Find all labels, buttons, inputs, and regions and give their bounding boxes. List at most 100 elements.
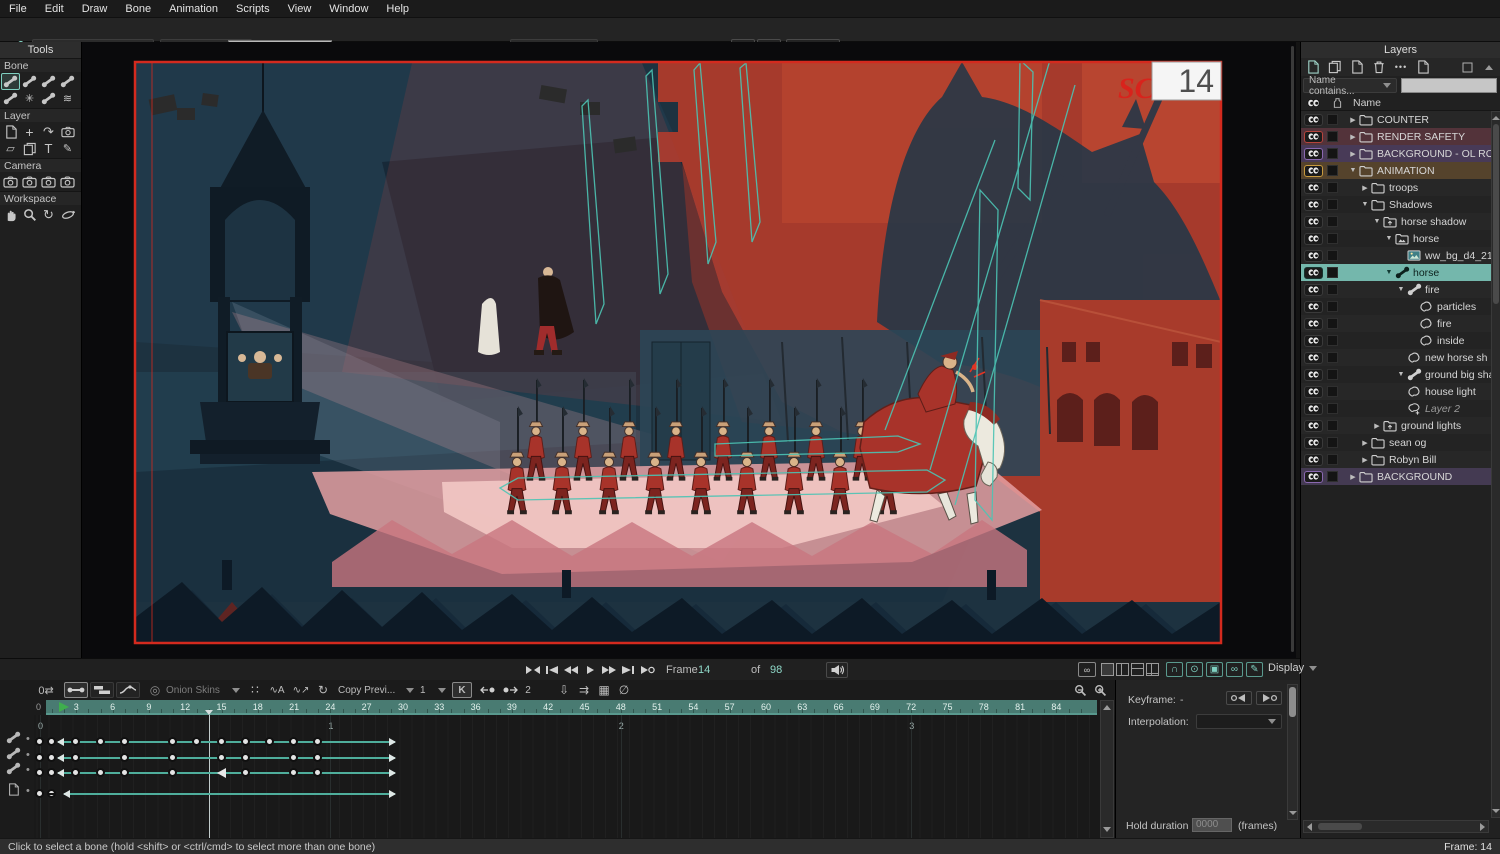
layer-visibility-toggle[interactable] [1304,335,1323,347]
layer-expand-arrow[interactable]: ▼ [1360,201,1370,208]
track-camera-tool[interactable] [1,173,20,190]
keyframe-dot[interactable] [47,768,56,777]
keyframe-dot[interactable] [71,737,80,746]
layer-row[interactable]: ▼horse [1301,230,1491,247]
follow-path-tool[interactable] [20,140,39,157]
pan-workspace-tool[interactable] [1,206,20,223]
manipulate-bone-tool[interactable] [1,90,20,107]
keyframe-dot[interactable] [313,753,322,762]
pin-down-icon[interactable]: ⇩ [556,682,572,698]
detach-panel-icon[interactable] [1457,60,1477,75]
layer-row[interactable]: ▶RENDER SAFETY [1301,128,1491,145]
canvas-viewport[interactable]: SC 14 [82,42,1296,658]
layer-visibility-toggle[interactable] [1304,403,1323,415]
menu-animation[interactable]: Animation [160,3,227,15]
layer-row[interactable]: ▶troops [1301,179,1491,196]
menu-edit[interactable]: Edit [36,3,73,15]
quality-glasses-toggle[interactable]: ∞ [1226,662,1243,677]
keyframe-dot[interactable] [35,753,44,762]
layer-expand-arrow[interactable]: ▶ [1360,456,1370,464]
reparent-bone-tool[interactable] [39,73,58,90]
keyframe-mode-button[interactable] [64,682,88,698]
interpolation-dropdown[interactable] [1196,714,1282,729]
keyframe-dot[interactable] [35,737,44,746]
menu-bone[interactable]: Bone [116,3,160,15]
keyframe-dot[interactable] [217,753,226,762]
layer-expand-arrow[interactable]: ▼ [1396,286,1406,293]
split-2row-view-button[interactable] [1131,663,1144,676]
zoom-camera-tool[interactable] [20,173,39,190]
layer-checkbox[interactable] [1327,114,1338,125]
play-button[interactable] [581,663,599,677]
name-filter-dropdown[interactable]: Name contains... [1303,78,1397,93]
keyframe-dot[interactable] [71,768,80,777]
split-4-view-button[interactable] [1146,663,1159,676]
keyframe-dot[interactable] [289,753,298,762]
layer-visibility-toggle[interactable] [1304,386,1323,398]
duplicate-layer-button[interactable] [1325,60,1345,75]
collapse-panel-button[interactable] [1479,60,1499,75]
layer-search-input[interactable] [1401,78,1497,93]
step-back-button[interactable] [562,663,580,677]
menu-file[interactable]: File [0,3,36,15]
loop-button[interactable] [638,663,656,677]
layer-checkbox[interactable] [1327,131,1338,142]
branch-icon[interactable]: ⇉ [576,682,592,698]
layer-expand-arrow[interactable]: ▼ [1384,235,1394,242]
layer-row[interactable]: ▼ANIMATION [1301,162,1491,179]
layer-row[interactable]: ▶sean og [1301,434,1491,451]
layer-row[interactable]: ▼Shadows [1301,196,1491,213]
layer-checkbox[interactable] [1327,284,1338,295]
keypanel-scrollbar[interactable] [1287,684,1298,820]
new-reference-button[interactable] [1347,60,1367,75]
keyframe-dot[interactable] [96,768,105,777]
keyframe-dot[interactable] [241,753,250,762]
layer-row[interactable]: ▶BACKGROUND [1301,468,1491,485]
prev-keyframe-button[interactable] [543,663,561,677]
menu-view[interactable]: View [279,3,321,15]
graph-a-icon[interactable]: ∿A [266,682,288,698]
pan-tilt-camera-tool[interactable] [58,173,77,190]
keyframe-dot[interactable] [313,737,322,746]
timeline-zoom-out-icon[interactable] [1072,682,1088,698]
keyframe-dot[interactable] [313,768,322,777]
layer-row[interactable]: fire [1301,315,1491,332]
layer-visibility-toggle[interactable] [1304,199,1323,211]
layer-checkbox[interactable] [1327,386,1338,397]
layer-checkbox[interactable] [1327,335,1338,346]
keyframe-dot[interactable] [241,737,250,746]
roll-camera-tool[interactable] [39,173,58,190]
more-options-button[interactable]: ••• [1391,60,1411,75]
rotate-workspace-tool[interactable]: ↻ [39,206,58,223]
layers-vscrollbar[interactable] [1491,111,1500,818]
layer-checkbox[interactable] [1327,420,1338,431]
new-layer-button[interactable] [1303,60,1323,75]
frame-grid-icon[interactable]: ▦ [596,682,612,698]
layer-visibility-toggle[interactable] [1304,131,1323,143]
layer-checkbox[interactable] [1327,318,1338,329]
layer-checkbox[interactable] [1327,267,1338,278]
layer-expand-arrow[interactable]: ▶ [1348,116,1358,124]
orbit-workspace-tool[interactable] [58,206,77,223]
layer-row[interactable]: particles [1301,298,1491,315]
keyframe-dot[interactable] [168,737,177,746]
layer-visibility-toggle[interactable] [1304,284,1323,296]
select-bone-tool[interactable] [1,73,20,90]
layer-checkbox[interactable] [1327,216,1338,227]
layer-row[interactable]: ▼horse [1301,264,1491,281]
layer-visibility-toggle[interactable] [1304,267,1323,279]
no-draw-icon[interactable]: ∅ [616,682,632,698]
layer-row[interactable]: Layer 2 [1301,400,1491,417]
layer-visibility-toggle[interactable] [1304,250,1323,262]
layer-row[interactable]: inside [1301,332,1491,349]
quality-pencil-toggle[interactable]: ✎ [1246,662,1263,677]
keyframe-dot[interactable] [289,768,298,777]
keyframe-dot[interactable] [47,753,56,762]
translate-layer-tool[interactable]: + [20,123,39,140]
canvas-scrollbar[interactable] [1291,46,1294,652]
bone-strength-tool[interactable]: ✳ [20,90,39,107]
layer-checkbox[interactable] [1327,233,1338,244]
bone-dynamics-tool[interactable] [39,90,58,107]
current-frame-value[interactable]: 14 [698,664,710,676]
layer-expand-arrow[interactable]: ▼ [1348,167,1358,174]
